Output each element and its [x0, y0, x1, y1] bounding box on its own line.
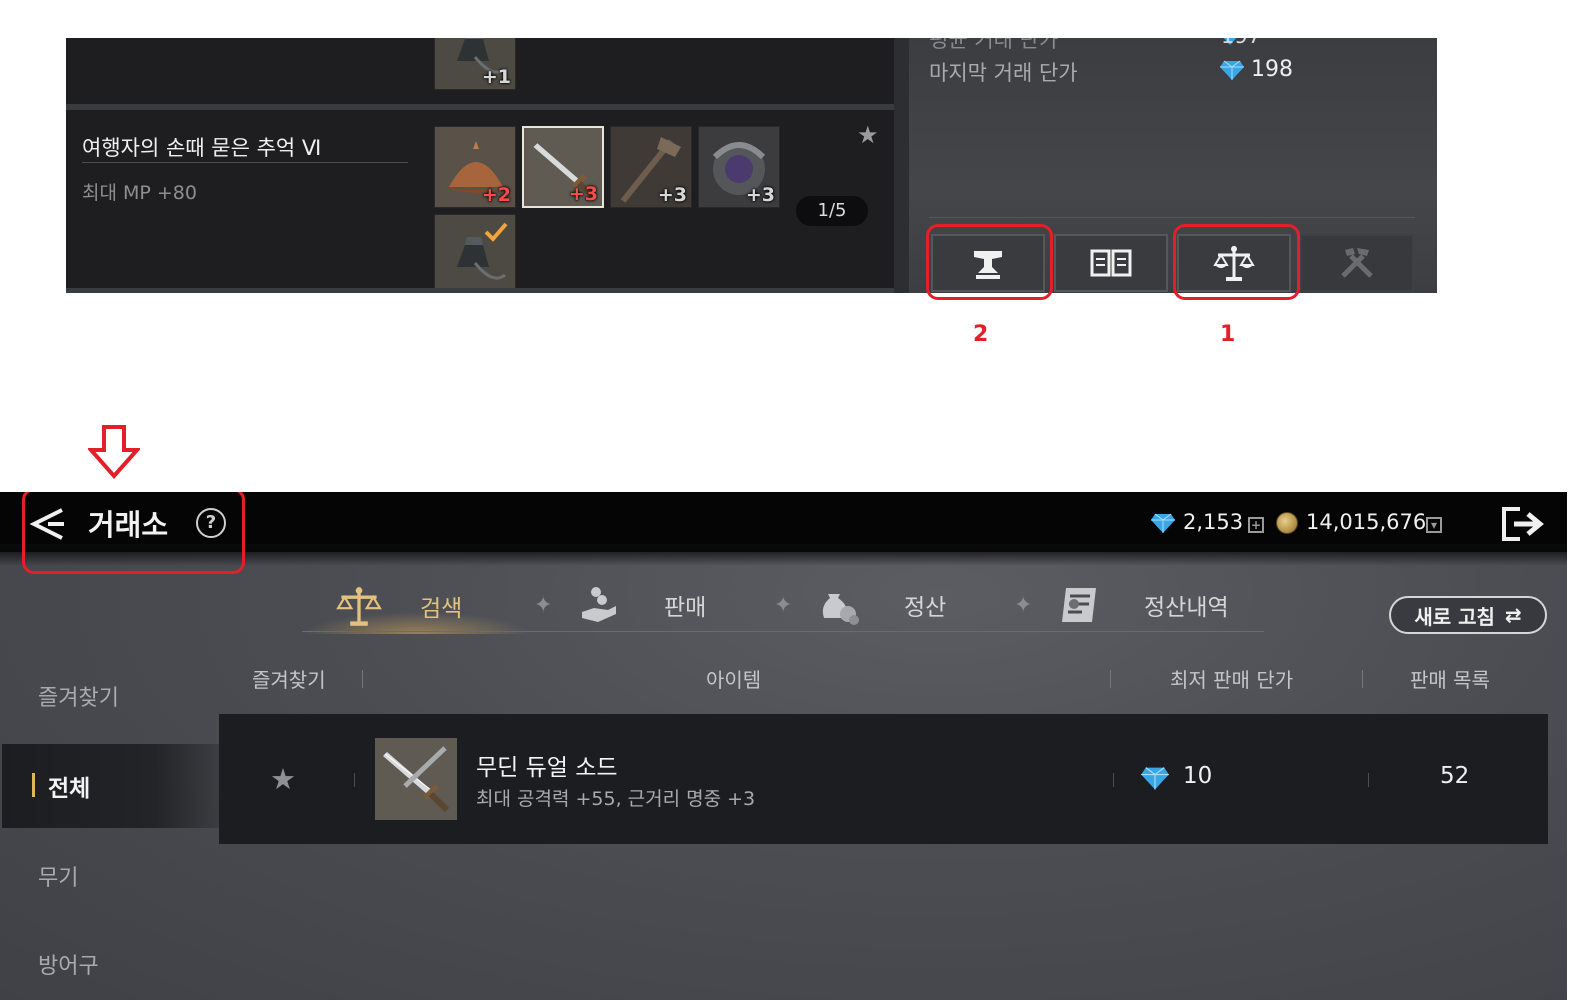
row-separator — [354, 773, 355, 787]
down-arrow-icon — [88, 425, 140, 480]
header-separator — [1362, 670, 1363, 688]
average-trade-value: 197 — [1221, 38, 1261, 48]
tab-history[interactable]: 정산내역 — [1058, 584, 1229, 626]
item-slot-sword[interactable]: +3 — [522, 126, 604, 208]
exchange-screen: 거래소 ? 2,153 + 14,015,676 ▾ 검색 ✦ 판매 ✦ 정산 … — [0, 492, 1567, 1000]
favorite-star-icon[interactable]: ★ — [857, 121, 879, 149]
refresh-button[interactable]: 새로 고침 ⇄ — [1389, 596, 1547, 634]
item-slot-shield[interactable]: +3 — [698, 126, 780, 208]
slot-plus: +3 — [745, 184, 775, 206]
header-separator — [1110, 670, 1111, 688]
header-lowest-price: 최저 판매 단가 — [1170, 668, 1294, 692]
item-set-stat: 최대 MP +80 — [82, 182, 197, 204]
header-listings: 판매 목록 — [1410, 668, 1490, 692]
slot-plus: +2 — [481, 184, 511, 206]
favorite-star-icon[interactable]: ★ — [270, 762, 296, 796]
diamond-icon — [1141, 767, 1169, 790]
diamond-icon — [1220, 60, 1244, 80]
slot-plus: +3 — [568, 183, 598, 205]
sword-icon — [375, 738, 457, 820]
header-favorite: 즐겨찾기 — [252, 668, 326, 692]
sidebar-item-armor[interactable]: 방어구 — [38, 948, 99, 980]
panel-bottom-edge — [66, 288, 894, 293]
row-separator — [1113, 773, 1114, 787]
tab-search[interactable]: 검색 — [334, 584, 462, 628]
money-bag-icon — [822, 594, 859, 625]
sidebar-active-marker — [32, 773, 35, 797]
item-name: 무딘 듀얼 소드 — [476, 755, 618, 781]
item-thumbnail[interactable] — [375, 738, 457, 820]
listing-count-value: 52 — [1440, 763, 1470, 789]
diamond-balance: 2,153 — [1183, 510, 1244, 534]
highlight-box-title — [22, 492, 245, 574]
diamond-icon — [1151, 513, 1175, 533]
sidebar-item-favorites[interactable]: 즐겨찾기 — [38, 680, 119, 712]
highlight-box-1 — [1173, 224, 1300, 300]
title-underline — [82, 162, 408, 163]
annotation-number-2: 2 — [973, 322, 989, 347]
average-trade-label: 평균 거래 단가 — [929, 38, 1059, 52]
sell-hand-icon — [582, 587, 616, 622]
tab-sell[interactable]: 판매 — [578, 584, 706, 626]
gold-coin-icon — [1276, 512, 1298, 534]
gold-balance: 14,015,676 — [1306, 510, 1427, 534]
tab-search-label: 검색 — [420, 596, 463, 622]
collection-button[interactable] — [1054, 234, 1168, 292]
row-separator — [1368, 773, 1369, 787]
slot-plus: +3 — [657, 184, 687, 206]
lowest-price-value: 10 — [1183, 763, 1213, 789]
item-slot-upper[interactable]: +1 — [434, 38, 516, 90]
tab-separator-icon: ✦ — [1014, 593, 1033, 618]
checkmark-icon — [484, 222, 508, 242]
item-slot-staff[interactable]: +3 — [610, 126, 692, 208]
craft-button[interactable] — [1300, 234, 1414, 292]
book-icon — [1090, 249, 1132, 277]
highlight-box-2 — [926, 224, 1053, 300]
last-trade-value: 198 — [1251, 57, 1293, 82]
tab-divider — [302, 631, 1264, 632]
row-divider — [66, 104, 894, 110]
dropdown-icon[interactable]: ▾ — [1426, 517, 1442, 533]
item-set-panel: +1 여행자의 손때 묻은 추억 Ⅵ 최대 MP +80 +2 +3 +3 +3… — [66, 38, 894, 293]
add-diamond-icon[interactable]: + — [1248, 517, 1264, 533]
header-item: 아이템 — [706, 668, 762, 692]
refresh-arrows-icon: ⇄ — [1504, 603, 1522, 627]
tab-history-label: 정산내역 — [1144, 595, 1229, 621]
sidebar-item-weapons[interactable]: 무기 — [38, 860, 78, 892]
tab-settlement[interactable]: 정산 — [818, 584, 946, 626]
annotation-number-1: 1 — [1220, 322, 1236, 347]
item-set-title: 여행자의 손때 묻은 추억 Ⅵ — [82, 136, 322, 160]
last-trade-label: 마지막 거래 단가 — [929, 61, 1078, 85]
ledger-icon — [1062, 588, 1096, 622]
hammer-icon — [1341, 248, 1373, 278]
item-slot-lantern[interactable] — [434, 214, 516, 293]
refresh-label: 새로 고침 — [1414, 604, 1495, 629]
slot-plus: +1 — [481, 66, 511, 88]
scales-icon — [336, 587, 382, 626]
item-stat: 최대 공격력 +55, 근거리 명중 +3 — [476, 788, 756, 810]
exit-icon[interactable] — [1500, 506, 1546, 542]
page-indicator: 1/5 — [796, 196, 868, 226]
item-slot-hat[interactable]: +2 — [434, 126, 516, 208]
panel-divider — [929, 217, 1415, 218]
tab-separator-icon: ✦ — [534, 593, 553, 618]
sidebar-item-all-label: 전체 — [48, 776, 91, 802]
tab-settlement-label: 정산 — [904, 595, 947, 621]
tab-separator-icon: ✦ — [774, 593, 793, 618]
header-separator — [362, 670, 363, 688]
tab-sell-label: 판매 — [664, 595, 707, 621]
